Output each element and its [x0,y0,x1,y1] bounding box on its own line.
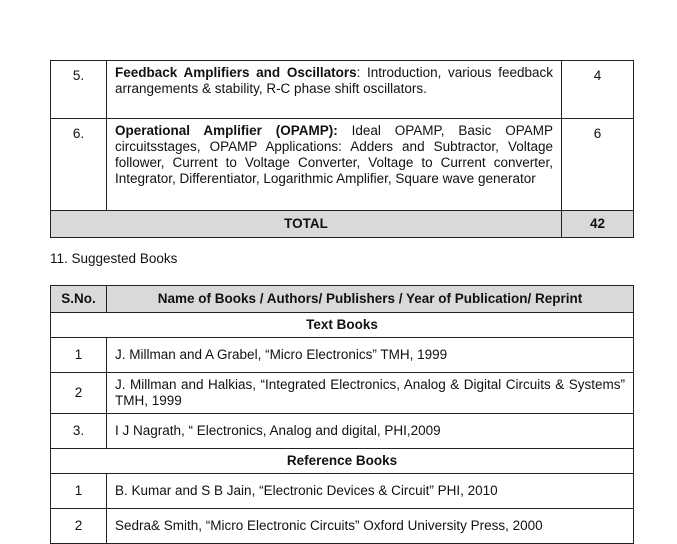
book-sno: 2 [50,508,107,544]
book-row: 1 J. Millman and A Grabel, “Micro Electr… [50,337,634,373]
section-heading: 11. Suggested Books [50,251,178,266]
syllabus-table: 5. Feedback Amplifiers and Oscillators: … [50,60,634,238]
book-sno: 1 [50,337,107,373]
book-row: 2 Sedra& Smith, “Micro Electronic Circui… [50,508,634,544]
total-hours: 42 [561,210,634,238]
unit-topic: Feedback Amplifiers and Oscillators [115,65,357,80]
books-table: S.No. Name of Books / Authors/ Publisher… [50,285,634,544]
book-row: 3. I J Nagrath, “ Electronics, Analog an… [50,413,634,449]
text-books-subheader: Text Books [50,312,634,338]
book-entry: Sedra& Smith, “Micro Electronic Circuits… [106,508,634,544]
unit-topic: Operational Amplifier (OPAMP): [115,123,338,138]
syllabus-row: 6. Operational Amplifier (OPAMP): Ideal … [50,118,634,211]
unit-number: 6. [50,118,107,211]
col-header-sno: S.No. [50,285,107,313]
total-row: TOTAL 42 [50,210,634,238]
unit-hours: 4 [561,60,634,119]
unit-description: Feedback Amplifiers and Oscillators: Int… [106,60,562,119]
books-header-row: S.No. Name of Books / Authors/ Publisher… [50,285,634,313]
book-entry: I J Nagrath, “ Electronics, Analog and d… [106,413,634,449]
book-entry: J. Millman and Halkias, “Integrated Elec… [106,372,634,414]
total-label: TOTAL [50,210,562,238]
unit-hours: 6 [561,118,634,211]
book-entry: J. Millman and A Grabel, “Micro Electron… [106,337,634,373]
reference-books-label: Reference Books [50,448,634,474]
book-sno: 2 [50,372,107,414]
book-sno: 1 [50,473,107,509]
book-entry: B. Kumar and S B Jain, “Electronic Devic… [106,473,634,509]
book-row: 1 B. Kumar and S B Jain, “Electronic Dev… [50,473,634,509]
book-row: 2 J. Millman and Halkias, “Integrated El… [50,372,634,414]
reference-books-subheader: Reference Books [50,448,634,474]
syllabus-row: 5. Feedback Amplifiers and Oscillators: … [50,60,634,119]
unit-number: 5. [50,60,107,119]
book-sno: 3. [50,413,107,449]
unit-description: Operational Amplifier (OPAMP): Ideal OPA… [106,118,562,211]
text-books-label: Text Books [50,312,634,338]
col-header-name: Name of Books / Authors/ Publishers / Ye… [106,285,634,313]
